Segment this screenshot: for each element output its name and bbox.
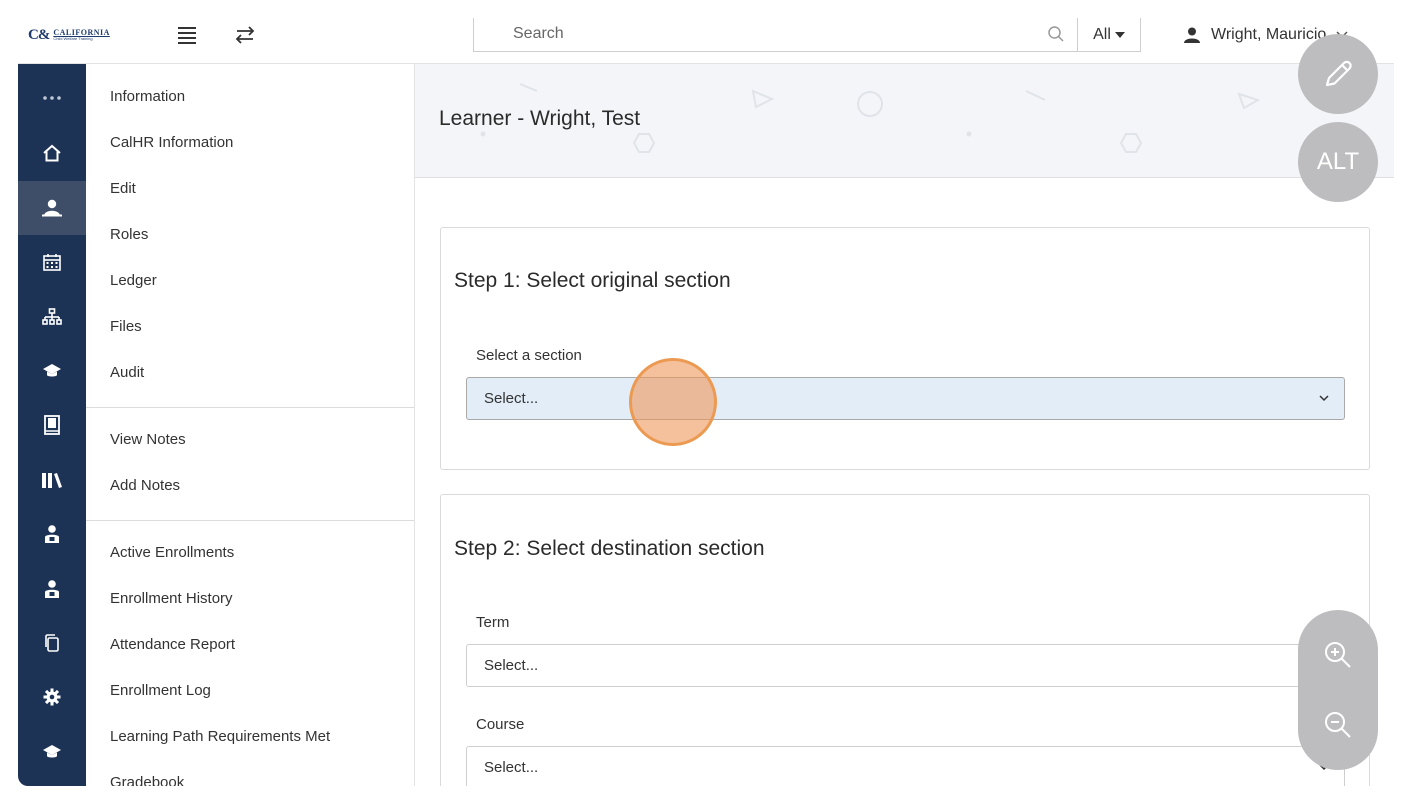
logo[interactable]: C& CALIFORNIA Child Welfare Training xyxy=(28,25,138,45)
book-icon[interactable] xyxy=(18,398,86,452)
edit-fab[interactable] xyxy=(1298,34,1378,114)
search-scope-label: All xyxy=(1093,25,1111,43)
subnav-item-enrollment-log[interactable]: Enrollment Log xyxy=(110,682,211,699)
calendar-icon[interactable] xyxy=(18,235,86,289)
alt-label: ALT xyxy=(1316,148,1360,175)
term-label: Term xyxy=(476,614,510,631)
subnav-divider xyxy=(86,407,414,408)
app-window: C& CALIFORNIA Child Welfare Training All… xyxy=(18,18,1394,786)
step2-heading: Step 2: Select destination section xyxy=(454,537,765,560)
zoom-out-button[interactable] xyxy=(1298,690,1378,760)
subnav-item-gradebook[interactable]: Gradebook xyxy=(110,774,184,786)
zoom-out-icon xyxy=(1325,712,1351,738)
org-chart-icon[interactable] xyxy=(18,290,86,344)
step1-heading: Step 1: Select original section xyxy=(454,269,731,292)
search-scope-dropdown[interactable]: All xyxy=(1077,18,1141,52)
user-name: Wright, Mauricio xyxy=(1211,26,1327,43)
subnav-item-audit[interactable]: Audit xyxy=(110,364,144,381)
subnav-item-edit[interactable]: Edit xyxy=(110,180,136,197)
caret-down-icon xyxy=(1114,31,1125,38)
switch-icon[interactable] xyxy=(232,22,258,48)
term-select[interactable]: Select... xyxy=(466,644,1345,687)
search-icon[interactable] xyxy=(1047,25,1065,43)
course-value: Select... xyxy=(484,759,539,776)
pencil-icon xyxy=(1325,60,1352,87)
original-section-value: Select... xyxy=(484,390,539,407)
subnav-item-information[interactable]: Information xyxy=(110,88,185,105)
top-bar: C& CALIFORNIA Child Welfare Training All… xyxy=(18,18,1394,64)
users-icon[interactable] xyxy=(18,181,86,235)
alt-fab[interactable]: ALT xyxy=(1298,122,1378,202)
section-label: Select a section xyxy=(476,347,582,364)
gear-icon[interactable] xyxy=(18,670,86,724)
more-icon[interactable] xyxy=(18,72,86,124)
course-select[interactable]: Select... xyxy=(466,746,1345,786)
copy-icon[interactable] xyxy=(18,616,86,670)
search-input[interactable] xyxy=(474,18,1034,50)
zoom-controls xyxy=(1298,610,1378,770)
home-icon[interactable] xyxy=(18,126,86,180)
subnav-divider xyxy=(86,520,414,521)
page-header: Learner - Wright, Test xyxy=(415,64,1394,178)
subnav-item-attendance-report[interactable]: Attendance Report xyxy=(110,636,235,653)
instructor-icon[interactable] xyxy=(18,507,86,561)
subnav-item-roles[interactable]: Roles xyxy=(110,226,148,243)
subnav-item-add-notes[interactable]: Add Notes xyxy=(110,477,180,494)
graduation-cap-icon[interactable] xyxy=(18,725,86,779)
page-title: Learner - Wright, Test xyxy=(439,107,641,130)
learner-subnav: Information CalHR Information Edit Roles… xyxy=(86,64,415,786)
logo-mark: C& xyxy=(28,26,50,43)
instructor-icon[interactable] xyxy=(18,562,86,616)
subnav-item-enrollment-history[interactable]: Enrollment History xyxy=(110,590,233,607)
subnav-item-files[interactable]: Files xyxy=(110,318,142,335)
icon-rail xyxy=(18,64,86,786)
chevron-down-icon xyxy=(1319,395,1329,402)
logo-subtext: Child Welfare Training xyxy=(53,36,93,41)
subnav-item-view-notes[interactable]: View Notes xyxy=(110,431,186,448)
course-label: Course xyxy=(476,716,525,733)
subnav-item-ledger[interactable]: Ledger xyxy=(110,272,157,289)
subnav-item-learning-path-requirements-met[interactable]: Learning Path Requirements Met xyxy=(110,728,330,745)
library-icon[interactable] xyxy=(18,453,86,507)
user-icon xyxy=(1184,27,1200,43)
click-indicator xyxy=(629,358,717,446)
step2-card: Step 2: Select destination section Term … xyxy=(440,494,1370,786)
subnav-item-calhr-information[interactable]: CalHR Information xyxy=(110,134,233,151)
zoom-in-button[interactable] xyxy=(1298,620,1378,690)
subnav-item-active-enrollments[interactable]: Active Enrollments xyxy=(110,544,234,561)
original-section-select[interactable]: Select... xyxy=(466,377,1345,420)
menu-icon[interactable] xyxy=(174,22,200,48)
step1-card: Step 1: Select original section Select a… xyxy=(440,227,1370,470)
zoom-in-icon xyxy=(1325,642,1351,668)
search-box xyxy=(473,18,1078,52)
graduation-cap-icon[interactable] xyxy=(18,344,86,398)
term-value: Select... xyxy=(484,657,539,674)
